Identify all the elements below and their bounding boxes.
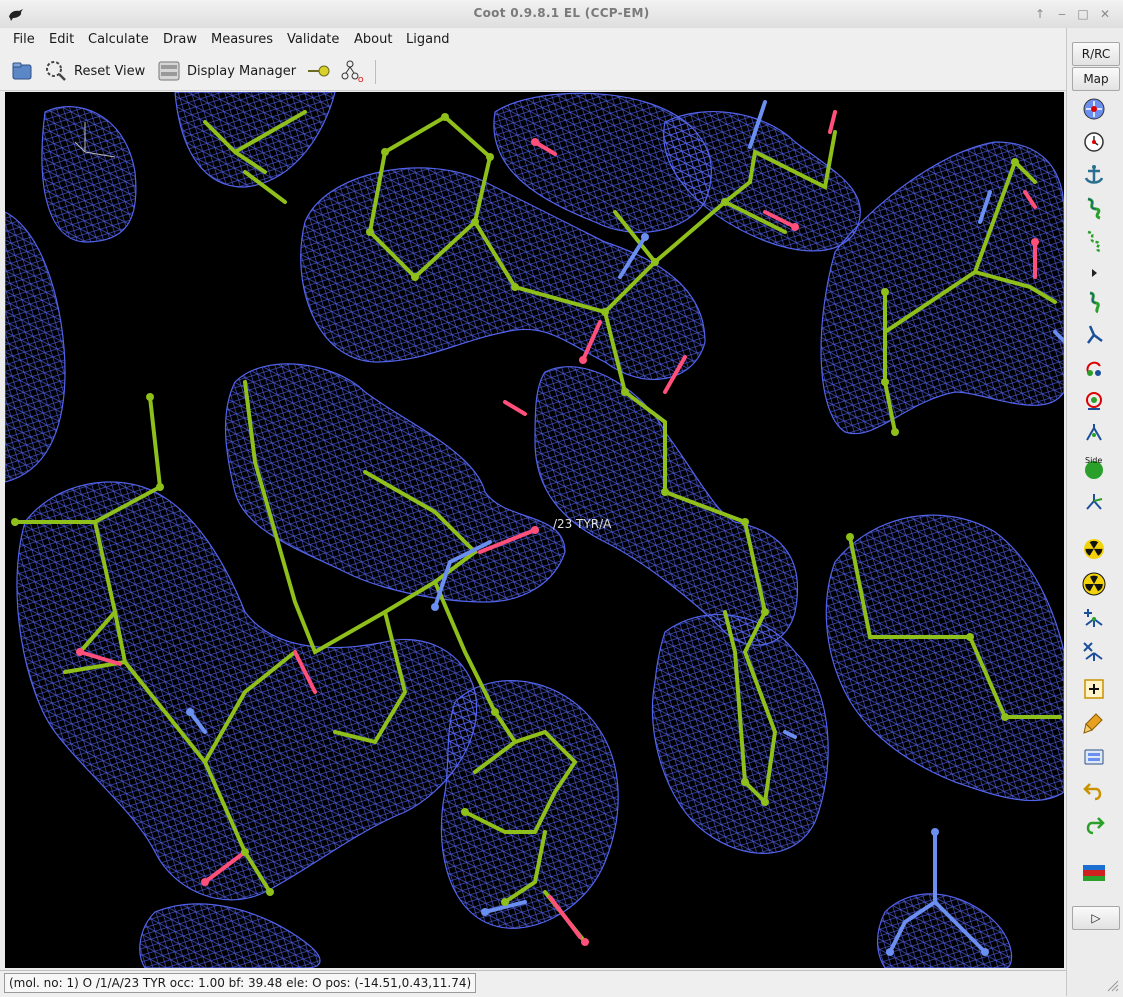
window-maximize-icon[interactable]: □ (1074, 5, 1092, 23)
density-map-render (5, 92, 1064, 968)
menu-calculate[interactable]: Calculate (88, 32, 149, 47)
menu-measures[interactable]: Measures (211, 32, 273, 47)
undo-icon[interactable] (1080, 778, 1108, 804)
toolbar-separator (375, 60, 376, 84)
menu-validate[interactable]: Validate (287, 32, 339, 47)
menu-edit[interactable]: Edit (49, 32, 74, 47)
add-alt-conf-icon[interactable] (1080, 676, 1108, 702)
menu-file[interactable]: File (13, 32, 35, 47)
add-atom-icon[interactable] (1080, 355, 1108, 381)
toolbar: Reset View Display Manager O (0, 52, 1066, 91)
status-text: (mol. no: 1) O /1/A/23 TYR occ: 1.00 bf:… (4, 973, 477, 993)
window-minimize-icon[interactable]: ‒ (1053, 5, 1071, 23)
graphics-viewport[interactable]: /23 TYR/A (5, 92, 1064, 968)
open-file-button[interactable] (10, 58, 34, 84)
go-to-atom-icon (308, 65, 330, 77)
torsion-icon[interactable] (1080, 322, 1108, 348)
mutate-icon[interactable] (1080, 490, 1108, 516)
display-manager-label: Display Manager (187, 63, 297, 79)
delete-atom-icon[interactable] (1080, 640, 1108, 666)
model-toolbar: R/RC Map Side ▷ (1066, 28, 1123, 996)
display-manager-button[interactable]: Display Manager (157, 58, 296, 84)
atom-label: /23 TYR/A (553, 517, 612, 531)
menu-ligand[interactable]: Ligand (406, 32, 450, 47)
model-fit-button[interactable]: O (340, 58, 366, 84)
radioactive-bold-icon[interactable] (1080, 571, 1108, 597)
add-terminal-icon[interactable] (1080, 606, 1108, 632)
side-chain-180-icon[interactable]: Side (1080, 454, 1108, 480)
menu-bar: File Edit Calculate Draw Measures Valida… (0, 28, 1066, 52)
title-bar: Coot 0.9.8.1 EL (CCP-EM) ↑ ‒ □ ✕ (0, 0, 1123, 29)
window-title: Coot 0.9.8.1 EL (CCP-EM) (473, 6, 650, 20)
reset-view-label: Reset View (74, 63, 146, 79)
display-manager-icon (158, 61, 180, 81)
ca-zone-icon[interactable] (1080, 228, 1108, 254)
window-close-icon[interactable]: ✕ (1096, 5, 1114, 23)
menu-draw[interactable]: Draw (163, 32, 197, 47)
auto-fit-icon[interactable] (1080, 388, 1108, 414)
redo-icon[interactable] (1080, 812, 1108, 838)
regularize-icon[interactable] (1080, 129, 1108, 155)
expand-arrow-icon[interactable] (1080, 260, 1108, 286)
magnifier-icon (46, 61, 66, 81)
svg-text:O: O (358, 76, 364, 84)
expand-play-button[interactable]: ▷ (1072, 906, 1120, 930)
radioactive-icon[interactable] (1080, 536, 1108, 562)
molecule-icon: O (341, 60, 364, 84)
side-label: Side (1085, 456, 1102, 465)
map-button[interactable]: Map (1072, 67, 1120, 91)
status-bar: (mol. no: 1) O /1/A/23 TYR occ: 1.00 bf:… (0, 970, 1066, 997)
menu-about[interactable]: About (354, 32, 392, 47)
resize-grip-icon[interactable] (1105, 978, 1119, 992)
reset-view-button[interactable]: Reset View (44, 58, 145, 84)
rotate-translate-icon[interactable] (1080, 289, 1108, 315)
flip-peptide-icon[interactable] (1080, 421, 1108, 447)
rigid-body-anchor-icon[interactable] (1080, 162, 1108, 188)
refine-zone-icon[interactable] (1080, 96, 1108, 122)
backbone-trace-icon[interactable] (1080, 195, 1108, 221)
flag-icon[interactable] (1080, 860, 1108, 886)
rrc-button[interactable]: R/RC (1072, 42, 1120, 66)
edit-chi-icon[interactable] (1080, 744, 1108, 770)
folder-icon (12, 62, 32, 80)
go-to-atom-button[interactable] (306, 58, 332, 84)
window-up-icon[interactable]: ↑ (1031, 5, 1049, 23)
clear-pending-icon[interactable] (1080, 710, 1108, 736)
